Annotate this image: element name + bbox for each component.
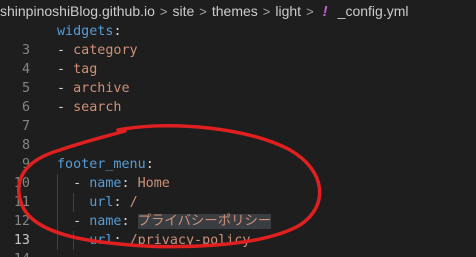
yaml-value: Home xyxy=(137,176,170,191)
yaml-value-selected[interactable]: プライバシーポリシー xyxy=(137,214,272,229)
yaml-key: widgets xyxy=(57,24,114,39)
indent-guide xyxy=(73,193,74,212)
yaml-key: footer_menu xyxy=(57,157,146,172)
yaml-key: url xyxy=(89,195,114,210)
yaml-key: url xyxy=(89,233,114,248)
yaml-colon: : xyxy=(145,157,154,172)
yaml-indent xyxy=(57,214,73,229)
code-line[interactable]: 9 xyxy=(0,136,476,172)
yaml-colon: : xyxy=(113,24,122,39)
yaml-dash: - xyxy=(73,214,90,229)
indent-guide xyxy=(57,174,58,250)
yaml-value: /privacy-policy xyxy=(129,233,251,248)
yaml-dash: - xyxy=(73,176,90,191)
code-line[interactable]: 6 - archive xyxy=(0,79,476,115)
indent-guide xyxy=(73,231,74,250)
yaml-value: search xyxy=(73,100,122,115)
breadcrumb-item-light[interactable]: light xyxy=(275,3,301,19)
code-editor[interactable]: 3 widgets: 4 - category 5 - tag 6 - arch… xyxy=(0,22,476,257)
code-line[interactable]: 8 xyxy=(0,117,476,153)
code-line[interactable]: 10 footer_menu: xyxy=(0,155,476,191)
breadcrumb: shinpinoshiBlog.github.io > site > theme… xyxy=(0,0,476,22)
yaml-value: category xyxy=(73,43,138,58)
yaml-colon: : xyxy=(113,233,130,248)
code-line[interactable]: 5 - tag xyxy=(0,60,476,96)
breadcrumb-item-repo[interactable]: shinpinoshiBlog.github.io xyxy=(0,3,155,19)
editor-window: shinpinoshiBlog.github.io > site > theme… xyxy=(0,0,476,257)
yaml-colon: : xyxy=(121,214,138,229)
yaml-dash: - xyxy=(57,62,74,77)
code-line-active[interactable]: 13 - name: プライバシーポリシー xyxy=(0,212,476,248)
code-line[interactable]: 7 - search xyxy=(0,98,476,134)
breadcrumb-item-file[interactable]: _config.yml xyxy=(338,3,409,19)
code-line[interactable]: 11 - name: Home xyxy=(0,174,476,210)
yaml-dash: - xyxy=(57,81,74,96)
yaml-key: name xyxy=(89,214,122,229)
yaml-colon: : xyxy=(113,195,130,210)
code-line[interactable]: 4 - category xyxy=(0,41,476,77)
yaml-indent xyxy=(57,176,73,191)
code-line[interactable]: 12 url: / xyxy=(0,193,476,229)
yaml-key: name xyxy=(89,176,122,191)
yaml-dash: - xyxy=(57,43,74,58)
yaml-colon: : xyxy=(121,176,138,191)
chevron-right-icon: > xyxy=(306,3,314,19)
yaml-file-icon: ! xyxy=(322,2,328,20)
yaml-value: tag xyxy=(73,62,98,77)
yaml-value: / xyxy=(129,195,138,210)
chevron-right-icon: > xyxy=(159,3,168,19)
code-line[interactable]: 3 widgets: xyxy=(0,22,476,58)
chevron-right-icon: > xyxy=(199,3,207,19)
yaml-value: archive xyxy=(73,81,130,96)
breadcrumb-item-site[interactable]: site xyxy=(172,3,194,19)
breadcrumb-item-themes[interactable]: themes xyxy=(212,3,258,19)
yaml-dash: - xyxy=(57,100,74,115)
chevron-right-icon: > xyxy=(262,3,271,19)
line-number: 14 xyxy=(0,250,30,257)
code-line[interactable]: 14 url: /privacy-policy xyxy=(0,231,476,257)
